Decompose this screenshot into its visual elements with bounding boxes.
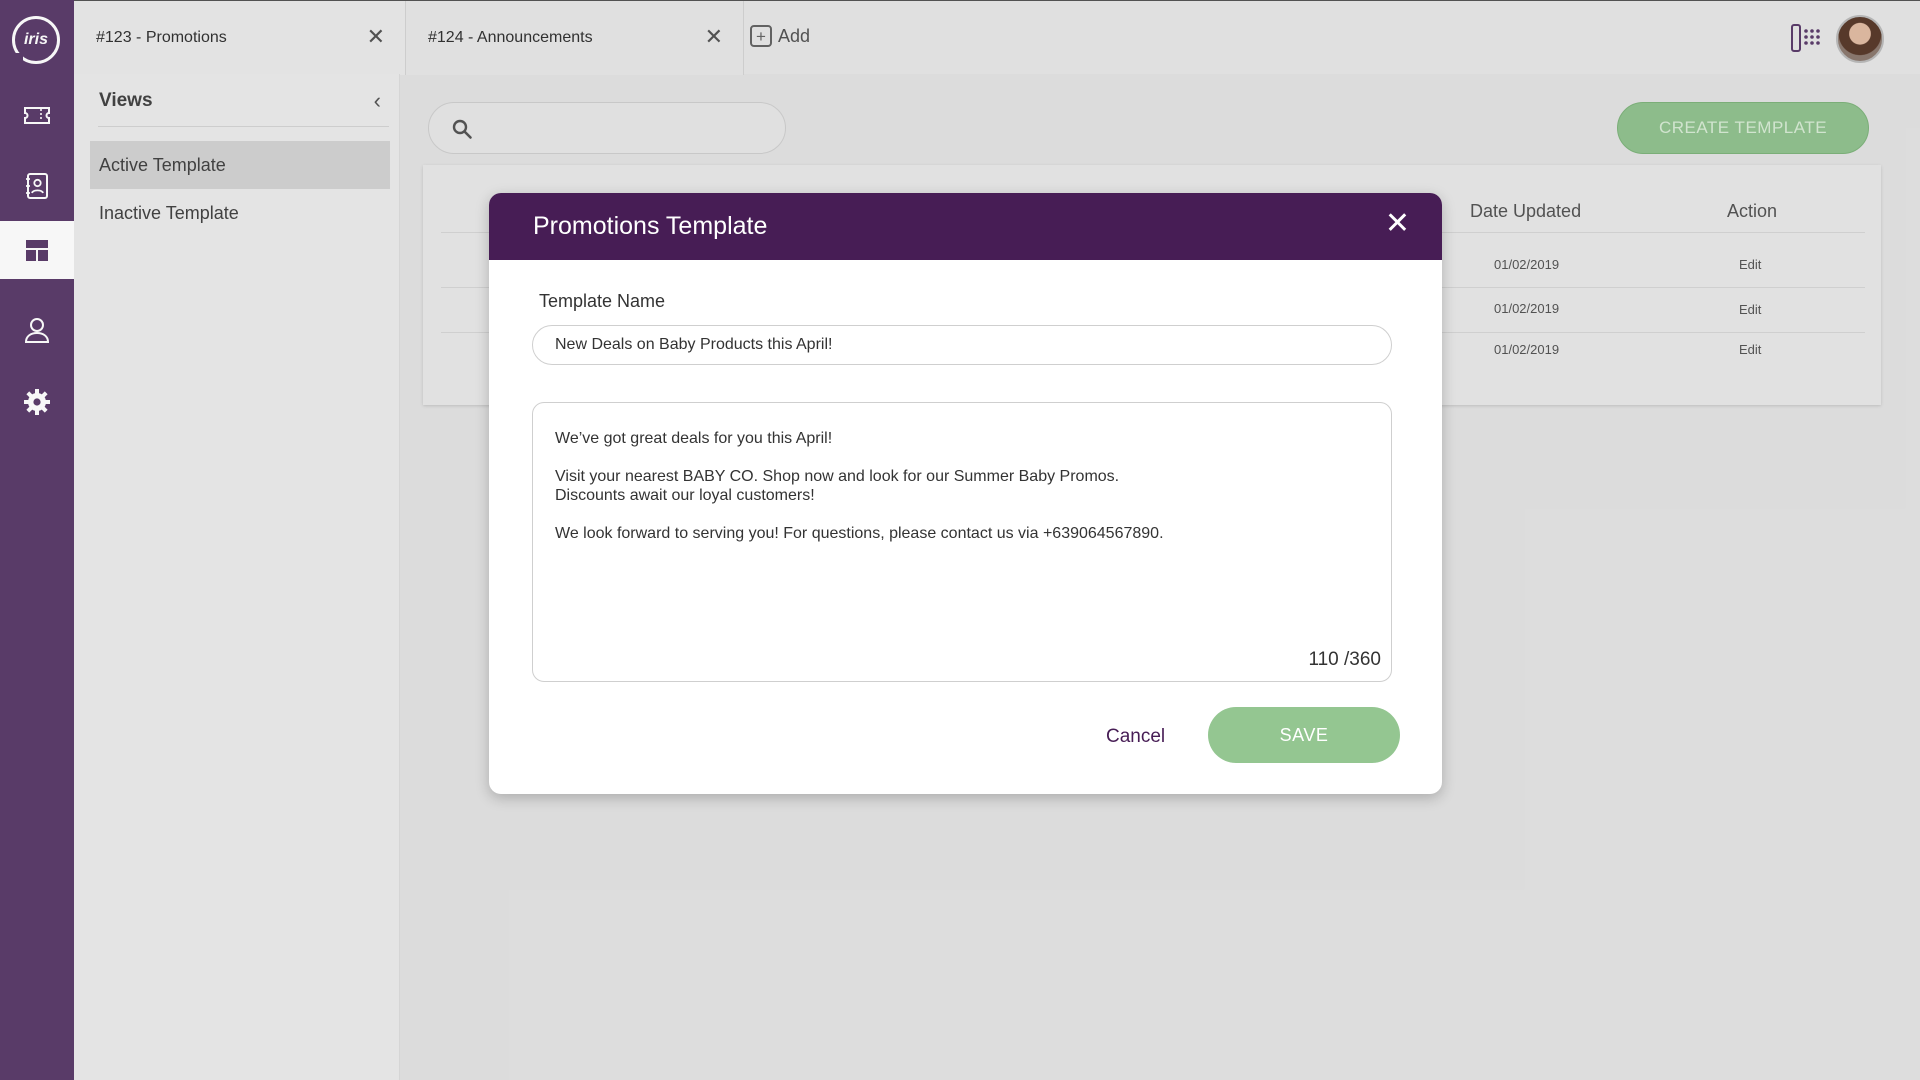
body-line: We look forward to serving you! For ques… bbox=[555, 525, 1164, 542]
body-line-gap bbox=[555, 448, 1164, 467]
character-counter: 110 /360 bbox=[1308, 649, 1381, 670]
template-name-field[interactable] bbox=[532, 325, 1392, 365]
body-line-gap bbox=[555, 505, 1164, 524]
body-line: Visit your nearest BABY CO. Shop now and… bbox=[555, 468, 1120, 485]
body-line: Discounts await our loyal customers! bbox=[555, 487, 815, 504]
body-line: We’ve got great deals for you this April… bbox=[555, 430, 833, 447]
template-body-text: We’ve got great deals for you this April… bbox=[555, 429, 1164, 543]
template-modal: Promotions Template ✕ Template Name We’v… bbox=[489, 193, 1442, 794]
template-body-textarea[interactable]: We’ve got great deals for you this April… bbox=[532, 402, 1392, 682]
template-name-label: Template Name bbox=[539, 291, 666, 311]
modal-title: Promotions Template bbox=[533, 212, 768, 240]
save-button[interactable]: SAVE bbox=[1208, 707, 1400, 763]
cancel-button[interactable]: Cancel bbox=[1106, 726, 1165, 748]
close-icon[interactable]: ✕ bbox=[1385, 209, 1410, 239]
modal-header: Promotions Template bbox=[489, 193, 1442, 260]
